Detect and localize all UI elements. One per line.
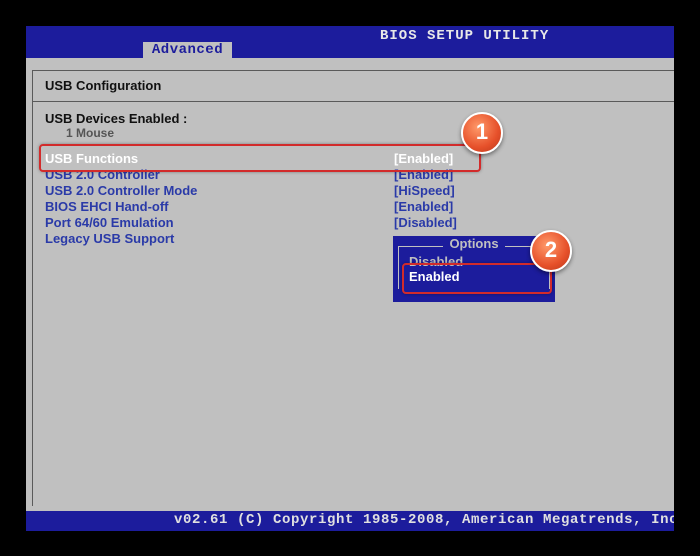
- divider: [32, 101, 674, 102]
- setting-legacy-usb-label[interactable]: Legacy USB Support: [45, 231, 174, 247]
- step-1-badge: 1: [461, 112, 503, 154]
- usb-devices-value: 1 Mouse: [66, 126, 115, 140]
- usb-devices-label: USB Devices Enabled :: [45, 111, 188, 126]
- setting-port-emulation-label[interactable]: Port 64/60 Emulation: [45, 215, 174, 231]
- popup-title-text: Options: [443, 236, 505, 251]
- callout-highlight-usb-functions: [39, 144, 481, 172]
- setting-usb20-controller-mode-label[interactable]: USB 2.0 Controller Mode: [45, 183, 197, 199]
- tab-advanced[interactable]: Advanced: [143, 42, 232, 58]
- footer-bar: v02.61 (C) Copyright 1985-2008, American…: [26, 511, 674, 531]
- app-title: BIOS SETUP UTILITY: [380, 28, 550, 44]
- settings-panel: [32, 70, 674, 506]
- step-2-badge: 2: [530, 230, 572, 272]
- section-title: USB Configuration: [45, 78, 162, 93]
- callout-highlight-enabled-option: [402, 263, 552, 294]
- setting-ehci-handoff-value[interactable]: [Enabled]: [394, 199, 453, 215]
- setting-ehci-handoff-label[interactable]: BIOS EHCI Hand-off: [45, 199, 169, 215]
- title-bar: BIOS SETUP UTILITY Advanced: [26, 26, 674, 58]
- setting-usb20-controller-mode-value[interactable]: [HiSpeed]: [394, 183, 455, 199]
- setting-port-emulation-value[interactable]: [Disabled]: [394, 215, 457, 231]
- bios-screen: BIOS SETUP UTILITY Advanced USB Configur…: [26, 26, 674, 531]
- copyright-text: v02.61 (C) Copyright 1985-2008, American…: [174, 512, 674, 528]
